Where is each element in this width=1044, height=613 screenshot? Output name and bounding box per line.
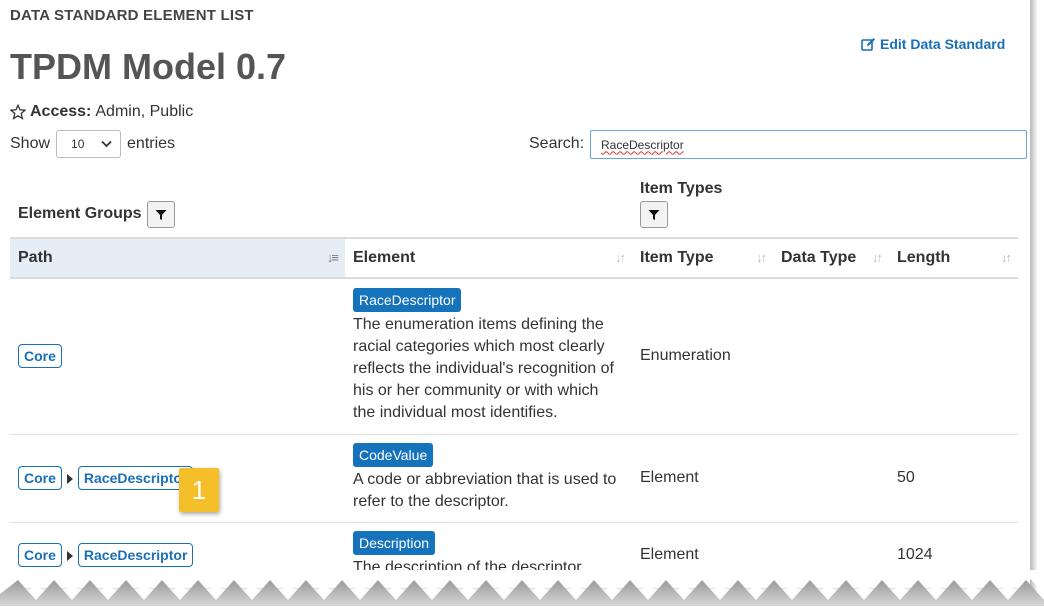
caret-right-icon (66, 473, 73, 484)
column-header-data-type[interactable]: Data Type ↓↑ (773, 237, 889, 279)
element-description: A code or abbreviation that is used to r… (353, 471, 617, 510)
column-header-item-type[interactable]: Item Type ↓↑ (632, 237, 773, 279)
caret-right-icon (66, 550, 73, 561)
star-outline-icon (10, 104, 26, 120)
element-groups-label: Element Groups (18, 205, 142, 222)
chevron-down-icon (101, 140, 112, 148)
element-cell: CodeValue A code or abbreviation that is… (345, 434, 632, 523)
item-types-label: Item Types (640, 180, 723, 197)
step-callout-badge: 1 (179, 468, 219, 512)
sort-icon: ↓↑ (756, 250, 767, 265)
page-shadow (1030, 0, 1038, 613)
element-badge[interactable]: CodeValue (353, 443, 434, 467)
show-label: Show (10, 135, 51, 152)
path-link-core[interactable]: Core (18, 543, 62, 567)
column-header-path[interactable]: Path ↓≡ (10, 237, 345, 279)
page-title: TPDM Model 0.7 (10, 46, 287, 87)
entries-select[interactable]: 10 (56, 130, 122, 158)
item-type-cell: Enumeration (632, 278, 773, 435)
search-label: Search: (529, 135, 585, 152)
path-link-core[interactable]: Core (18, 466, 62, 490)
path-link-racedescriptor[interactable]: RaceDescriptor (77, 543, 194, 567)
path-cell: Core (10, 278, 345, 435)
access-value: Admin, Public (95, 103, 194, 120)
entries-label: entries (127, 135, 176, 152)
element-cell: RaceDescriptor The enumeration items def… (345, 278, 632, 435)
filter-icon (155, 209, 167, 220)
data-type-cell (773, 434, 889, 523)
table-row: Core RaceDescriptor The enumeration item… (10, 278, 1018, 435)
data-type-cell (773, 278, 889, 435)
path-link-core[interactable]: Core (18, 344, 62, 369)
column-label: Item Type (640, 249, 714, 266)
sort-icon: ↓↑ (615, 250, 626, 265)
table-header-row: Path ↓≡ Element ↓↑ Item Type ↓↑ Data Typ… (10, 237, 1018, 279)
item-types-filter-button[interactable] (640, 201, 668, 228)
element-description: The enumeration items defining the racia… (353, 316, 614, 422)
element-table: Path ↓≡ Element ↓↑ Item Type ↓↑ Data Typ… (10, 237, 1018, 589)
length-cell (889, 278, 1018, 435)
table-row: Core RaceDescriptor CodeValue A code or a… (10, 434, 1018, 523)
sort-ascending-icon: ↓≡ (326, 250, 339, 265)
length-cell: 50 (889, 434, 1018, 523)
edit-data-standard-link[interactable]: Edit Data Standard (861, 36, 1005, 52)
item-type-cell: Element (632, 434, 773, 523)
access-label: Access: (30, 103, 92, 120)
torn-edge-decoration (0, 570, 1044, 613)
filter-icon (648, 209, 660, 220)
column-label: Length (897, 249, 951, 266)
element-badge[interactable]: Description (353, 531, 436, 555)
column-label: Element (353, 249, 416, 266)
page: DATA STANDARD ELEMENT LIST TPDM Model 0.… (0, 0, 1030, 613)
path-cell: Core RaceDescriptor (10, 434, 345, 523)
search-value: RaceDescriptor (601, 137, 684, 152)
edit-icon (861, 38, 875, 51)
element-groups-filter-button[interactable] (147, 201, 175, 228)
show-entries: Show 10 entries (10, 130, 175, 158)
sort-icon: ↓↑ (872, 250, 883, 265)
search-input[interactable]: RaceDescriptor (590, 130, 1027, 159)
page-subtitle: DATA STANDARD ELEMENT LIST (10, 7, 254, 24)
element-badge[interactable]: RaceDescriptor (353, 288, 462, 313)
sort-icon: ↓↑ (1001, 250, 1012, 265)
column-label: Data Type (781, 249, 857, 266)
access-info: Access: Admin, Public (10, 103, 193, 121)
edit-data-standard-label: Edit Data Standard (880, 36, 1006, 52)
column-label: Path (18, 249, 53, 266)
column-header-element[interactable]: Element ↓↑ (345, 237, 632, 279)
path-link-racedescriptor[interactable]: RaceDescriptor (77, 466, 194, 490)
torn-edge-background (0, 606, 1044, 613)
column-header-length[interactable]: Length ↓↑ (889, 237, 1018, 279)
entries-value: 10 (71, 137, 85, 151)
